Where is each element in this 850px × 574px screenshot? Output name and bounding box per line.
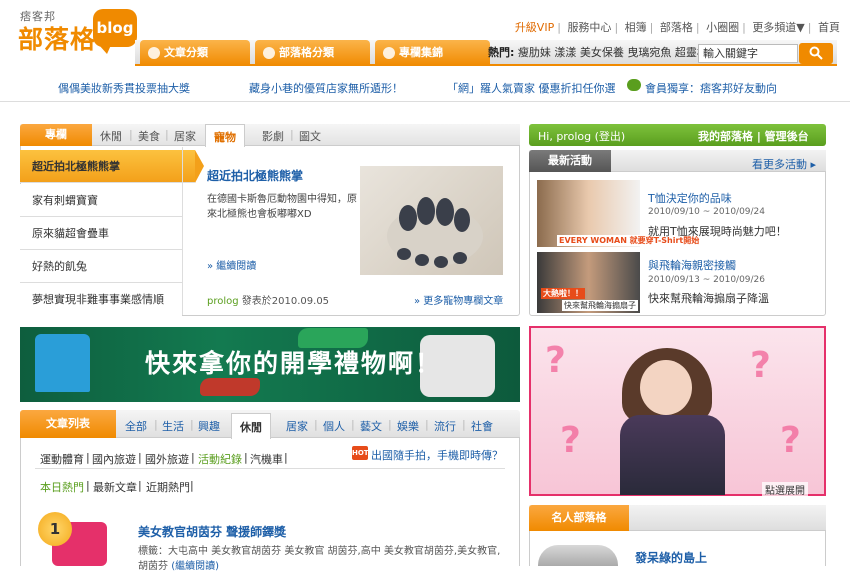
model-image bbox=[620, 415, 725, 495]
more-pet-columns-link[interactable]: » 更多寵物專欄文章 bbox=[414, 292, 503, 307]
subcat-event-record[interactable]: 活動紀錄 bbox=[198, 451, 242, 467]
article-tags: 標籤：大屯高中 美女教官胡茵芬 美女教官 胡茵芬,高中 美女教官胡茵芬,美女教官… bbox=[138, 546, 501, 572]
featured-author: prolog 發表於2010.09.05 bbox=[207, 296, 330, 307]
featured-list-item[interactable]: 家有刺蝟寶寶 bbox=[20, 184, 182, 217]
nav-tab-columns[interactable]: 專欄集錦 bbox=[375, 40, 490, 66]
shirt-image bbox=[35, 334, 90, 392]
activity-date: 2010/09/10 ~ 2010/09/24 bbox=[648, 207, 766, 217]
nav-tab-article-category[interactable]: 文章分類 bbox=[140, 40, 250, 66]
article-tab-leisure[interactable]: 休閒 bbox=[231, 413, 271, 439]
continue-reading-link[interactable]: (繼續閱讀) bbox=[171, 561, 219, 572]
article-tab-entertainment[interactable]: 娛樂 bbox=[397, 418, 419, 434]
model-image bbox=[640, 360, 692, 415]
divider bbox=[35, 468, 505, 469]
featured-article-title[interactable]: 超近拍北極熊熊掌 bbox=[207, 167, 303, 184]
search-icon bbox=[809, 46, 823, 60]
nav-tab-blog-category[interactable]: 部落格分類 bbox=[255, 40, 370, 66]
featured-list-item[interactable]: 原來貓超會疊車 bbox=[20, 217, 182, 250]
featured-list-item[interactable]: 好熱的飢兔 bbox=[20, 250, 182, 283]
my-blog-admin-links[interactable]: 我的部落格 | 管理後台 bbox=[698, 128, 809, 144]
celebrity-blog-link[interactable]: 發呆綠的島上 bbox=[635, 549, 707, 566]
more-channels-link[interactable]: 更多頻道▼ bbox=[752, 21, 804, 34]
activity-image-caption: 快來幫飛輪海搧扇子 bbox=[562, 300, 638, 311]
logo-blog-bubble: blog bbox=[93, 9, 137, 54]
question-mark-decoration: ? bbox=[560, 420, 581, 461]
article-tab-arts[interactable]: 藝文 bbox=[360, 418, 382, 434]
column-icon bbox=[383, 47, 395, 59]
hot-keywords: 熱門: 瘦肋妹 漾漾 美女保養 曳璃宛魚 超靈板 bbox=[488, 46, 708, 59]
activities-head: 最新活動 bbox=[529, 150, 611, 172]
article-tab-home[interactable]: 居家 bbox=[286, 418, 308, 434]
service-center-link[interactable]: 服務中心 bbox=[567, 21, 611, 34]
featured-tab-drama[interactable]: 影劇 bbox=[262, 128, 284, 144]
activity-title[interactable]: 與飛輪海親密接觸 bbox=[648, 257, 736, 273]
search-input[interactable]: 輸入關鍵字 bbox=[698, 44, 798, 63]
article-icon bbox=[148, 47, 160, 59]
promo-link-4[interactable]: 會員獨享：痞客邦好友動向 bbox=[645, 80, 777, 96]
subcat-vehicles[interactable]: 汽機車 bbox=[250, 451, 283, 467]
read-more-link[interactable]: » 繼續閱讀 bbox=[207, 257, 256, 272]
activity-title[interactable]: T恤決定你的品味 bbox=[648, 190, 732, 206]
featured-list-item[interactable]: 超近拍北極熊熊掌 bbox=[20, 150, 204, 183]
members-icon bbox=[627, 79, 641, 91]
article-tab-hobby[interactable]: 興趣 bbox=[198, 418, 220, 434]
celebrity-head: 名人部落格 bbox=[529, 505, 629, 531]
article-tab-life[interactable]: 生活 bbox=[162, 418, 184, 434]
article-tab-personal[interactable]: 個人 bbox=[323, 418, 345, 434]
article-tab-all[interactable]: 全部 bbox=[125, 418, 147, 434]
top-links: 升級VIP | 服務中心 | 相簿 | 部落格 | 小圈圈 | 更多頻道▼ | 首頁 bbox=[514, 21, 840, 34]
featured-list-item[interactable]: 夢想實現非難事事業感情順 bbox=[20, 283, 182, 316]
expand-ad-link[interactable]: 點選展開 bbox=[762, 482, 808, 497]
subcat-sports[interactable]: 運動體育 bbox=[40, 451, 84, 467]
rank-badge: 1 bbox=[38, 512, 72, 546]
album-link[interactable]: 相簿 bbox=[625, 21, 647, 34]
shoe-image bbox=[200, 378, 260, 396]
hot-topic-link[interactable]: 出國隨手拍，手機即時傳？ bbox=[371, 447, 503, 463]
promo-link-1[interactable]: 偶偶美妝新秀貫投票抽大獎 bbox=[58, 80, 190, 96]
article-tab-society[interactable]: 社會 bbox=[471, 418, 493, 434]
sort-recent-hot[interactable]: 近期熱門 bbox=[146, 479, 190, 495]
hot-keyword-links[interactable]: 瘦肋妹 漾漾 美女保養 曳璃宛魚 超靈板 bbox=[518, 46, 708, 59]
question-mark-decoration: ? bbox=[780, 420, 801, 461]
divider bbox=[182, 147, 183, 315]
featured-article-desc: 在德國卡斯魯厄動物園中得知，原來北極熊也會板嘟嘟XD bbox=[207, 194, 357, 220]
activity-desc: 快來幫飛輪海搧扇子降溫 bbox=[648, 292, 769, 305]
banner-text: 快來拿你的開學禮物啊！ bbox=[145, 349, 443, 378]
article-tab-fashion[interactable]: 流行 bbox=[434, 418, 456, 434]
subcat-foreign-travel[interactable]: 國外旅遊 bbox=[145, 451, 189, 467]
subcat-domestic-travel[interactable]: 國內旅遊 bbox=[92, 451, 136, 467]
circle-link[interactable]: 小圈圈 bbox=[706, 21, 739, 34]
activity-desc: 就用T恤來展現時尚魅力吧！ bbox=[648, 225, 787, 238]
question-mark-decoration: ? bbox=[750, 345, 771, 386]
hot-icon: HOT bbox=[352, 446, 369, 460]
featured-article-image[interactable] bbox=[360, 166, 503, 275]
logo[interactable]: 部落格 bbox=[18, 20, 96, 56]
activity-image-caption: 大熱啦！！ bbox=[541, 288, 585, 299]
sort-latest[interactable]: 最新文章 bbox=[93, 479, 137, 495]
featured-tab-comics[interactable]: 圖文 bbox=[299, 128, 321, 144]
featured-head: 專欄 bbox=[20, 124, 92, 146]
upgrade-vip-link[interactable]: 升級VIP bbox=[515, 21, 554, 34]
featured-tab-home[interactable]: 居家 bbox=[174, 128, 196, 144]
featured-tab-leisure[interactable]: 休閒 bbox=[100, 128, 122, 144]
home-link[interactable]: 首頁 bbox=[818, 21, 840, 34]
article-list-head: 文章列表 bbox=[20, 410, 116, 438]
more-activities-link[interactable]: 看更多活動 ▸ bbox=[752, 156, 816, 172]
sort-today-hot[interactable]: 本日熱門 bbox=[40, 479, 84, 495]
blog-link[interactable]: 部落格 bbox=[660, 21, 693, 34]
author-link[interactable]: prolog bbox=[207, 296, 239, 307]
question-mark-decoration: ? bbox=[545, 340, 566, 381]
promo-link-3[interactable]: 「網」羅人氣賣家 優惠折扣任你選 bbox=[447, 80, 616, 96]
promo-link-2[interactable]: 藏身小巷的優質店家無所遁形！ bbox=[249, 80, 403, 96]
celebrity-avatar[interactable] bbox=[538, 545, 618, 566]
search-button[interactable] bbox=[799, 43, 833, 64]
user-greeting[interactable]: Hi, prolog (登出) bbox=[538, 128, 625, 144]
blog-icon bbox=[263, 47, 275, 59]
activity-date: 2010/09/13 ~ 2010/09/26 bbox=[648, 275, 766, 285]
featured-tab-food[interactable]: 美食 bbox=[138, 128, 160, 144]
article-title[interactable]: 美女教官胡茵芬 聲援師鐸獎 bbox=[138, 523, 286, 540]
featured-tab-pets[interactable]: 寵物 bbox=[205, 124, 245, 147]
